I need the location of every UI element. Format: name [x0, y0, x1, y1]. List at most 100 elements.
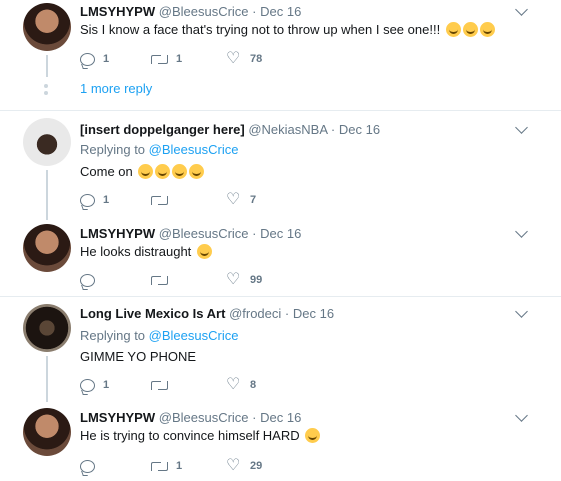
like-button[interactable]: ♡ 8 — [226, 377, 256, 393]
like-button[interactable]: ♡ 78 — [226, 51, 262, 67]
like-count: 29 — [250, 460, 263, 472]
reply-button[interactable] — [80, 272, 103, 288]
more-replies-link[interactable]: 1 more reply — [80, 81, 152, 97]
replying-to: Replying to @BleesusCrice — [80, 142, 238, 158]
timestamp[interactable]: Dec 16 — [293, 306, 334, 321]
avatar[interactable] — [23, 304, 71, 352]
weeping-emoji-icon — [445, 22, 461, 37]
like-button[interactable]: ♡ 29 — [226, 458, 262, 474]
chevron-down-icon[interactable] — [515, 121, 528, 134]
like-count: 8 — [250, 379, 257, 391]
thread-line — [46, 170, 48, 220]
retweet-button[interactable]: 1 — [151, 51, 182, 67]
tweet-header: [insert doppelganger here] @NekiasNBA · … — [80, 122, 380, 138]
timestamp[interactable]: Dec 16 — [260, 226, 301, 241]
reply-button[interactable]: 1 — [80, 192, 109, 208]
heart-icon: ♡ — [226, 271, 241, 288]
chevron-down-icon[interactable] — [515, 3, 528, 16]
replying-to-handle[interactable]: @BleesusCrice — [149, 142, 239, 157]
timestamp[interactable]: Dec 16 — [260, 4, 301, 19]
timestamp[interactable]: Dec 16 — [339, 122, 380, 137]
separator: · — [330, 122, 336, 137]
author-handle[interactable]: @NekiasNBA — [248, 122, 327, 137]
weeping-emoji-icon — [462, 22, 478, 37]
avatar[interactable] — [23, 3, 71, 51]
divider — [0, 296, 561, 297]
retweet-icon — [151, 275, 168, 285]
tweet-1[interactable]: LMSYHYPW @BleesusCrice · Dec 16 Sis I kn… — [0, 0, 561, 110]
like-button[interactable]: ♡ 99 — [226, 272, 262, 288]
like-count: 7 — [250, 194, 257, 206]
tweet-text: He is trying to convince himself HARD — [80, 428, 321, 444]
timestamp[interactable]: Dec 16 — [260, 410, 301, 425]
tweet-body: He looks distraught — [80, 244, 192, 259]
reply-icon — [80, 52, 95, 66]
separator: · — [252, 4, 257, 19]
author-name[interactable]: [insert doppelganger here] — [80, 122, 245, 137]
reply-button[interactable] — [80, 458, 103, 474]
tweet-text: Come on — [80, 164, 205, 180]
like-count: 78 — [250, 53, 263, 65]
thread-line — [46, 55, 48, 77]
reply-icon — [80, 273, 95, 287]
reply-icon — [80, 378, 95, 392]
replying-to-label: Replying to — [80, 328, 146, 343]
retweet-button[interactable] — [151, 192, 176, 208]
laughing-emoji-icon — [172, 164, 188, 179]
divider — [0, 110, 561, 111]
tweet-header: Long Live Mexico Is Art @frodeci · Dec 1… — [80, 306, 334, 322]
tweet-2[interactable]: [insert doppelganger here] @NekiasNBA · … — [0, 118, 561, 220]
tweet-header: LMSYHYPW @BleesusCrice · Dec 16 — [80, 410, 301, 426]
thread-line — [46, 356, 48, 402]
avatar[interactable] — [23, 118, 71, 166]
tweet-text: He looks distraught — [80, 244, 212, 260]
retweet-count: 1 — [176, 53, 183, 65]
author-name[interactable]: Long Live Mexico Is Art — [80, 306, 225, 321]
retweet-button[interactable] — [151, 377, 176, 393]
replying-to-handle[interactable]: @BleesusCrice — [149, 328, 239, 343]
replying-to: Replying to @BleesusCrice — [80, 328, 238, 344]
author-handle[interactable]: @BleesusCrice — [159, 4, 249, 19]
heart-icon: ♡ — [226, 376, 241, 393]
retweet-button[interactable] — [151, 272, 176, 288]
like-button[interactable]: ♡ 7 — [226, 192, 256, 208]
tweet-header: LMSYHYPW @BleesusCrice · Dec 16 — [80, 4, 301, 20]
author-handle[interactable]: @frodeci — [229, 306, 281, 321]
tweet-body: Sis I know a face that's trying not to t… — [80, 22, 441, 37]
reply-icon — [80, 193, 95, 207]
retweet-icon — [151, 461, 168, 471]
retweet-icon — [151, 380, 168, 390]
reply-count: 1 — [103, 194, 110, 206]
tweet-5[interactable]: LMSYHYPW @BleesusCrice · Dec 16 He is tr… — [0, 408, 561, 481]
reply-button[interactable]: 1 — [80, 51, 109, 67]
separator: · — [284, 306, 290, 321]
avatar[interactable] — [23, 408, 71, 456]
chevron-down-icon[interactable] — [515, 409, 528, 422]
thread-dots — [44, 84, 48, 98]
heart-icon: ♡ — [226, 457, 241, 474]
tweet-3[interactable]: LMSYHYPW @BleesusCrice · Dec 16 He looks… — [0, 224, 561, 296]
retweet-icon — [151, 54, 168, 64]
laughing-emoji-icon — [138, 164, 154, 179]
weeping-emoji-icon — [196, 244, 212, 259]
author-handle[interactable]: @BleesusCrice — [159, 410, 249, 425]
tweet-text: GIMME YO PHONE — [80, 349, 196, 365]
like-count: 99 — [250, 274, 263, 286]
laughing-emoji-icon — [155, 164, 171, 179]
author-name[interactable]: LMSYHYPW — [80, 410, 155, 425]
author-name[interactable]: LMSYHYPW — [80, 4, 155, 19]
heart-icon: ♡ — [226, 191, 241, 208]
tweet-header: LMSYHYPW @BleesusCrice · Dec 16 — [80, 226, 301, 242]
author-handle[interactable]: @BleesusCrice — [159, 226, 249, 241]
tweet-body: GIMME YO PHONE — [80, 349, 197, 364]
chevron-down-icon[interactable] — [515, 305, 528, 318]
author-name[interactable]: LMSYHYPW — [80, 226, 155, 241]
tweet-body: He is trying to convince himself HARD — [80, 428, 300, 443]
tweet-4[interactable]: Long Live Mexico Is Art @frodeci · Dec 1… — [0, 304, 561, 402]
avatar[interactable] — [23, 224, 71, 272]
retweet-icon — [151, 195, 168, 205]
retweet-count: 1 — [176, 460, 183, 472]
chevron-down-icon[interactable] — [515, 225, 528, 238]
reply-button[interactable]: 1 — [80, 377, 109, 393]
retweet-button[interactable]: 1 — [151, 458, 182, 474]
